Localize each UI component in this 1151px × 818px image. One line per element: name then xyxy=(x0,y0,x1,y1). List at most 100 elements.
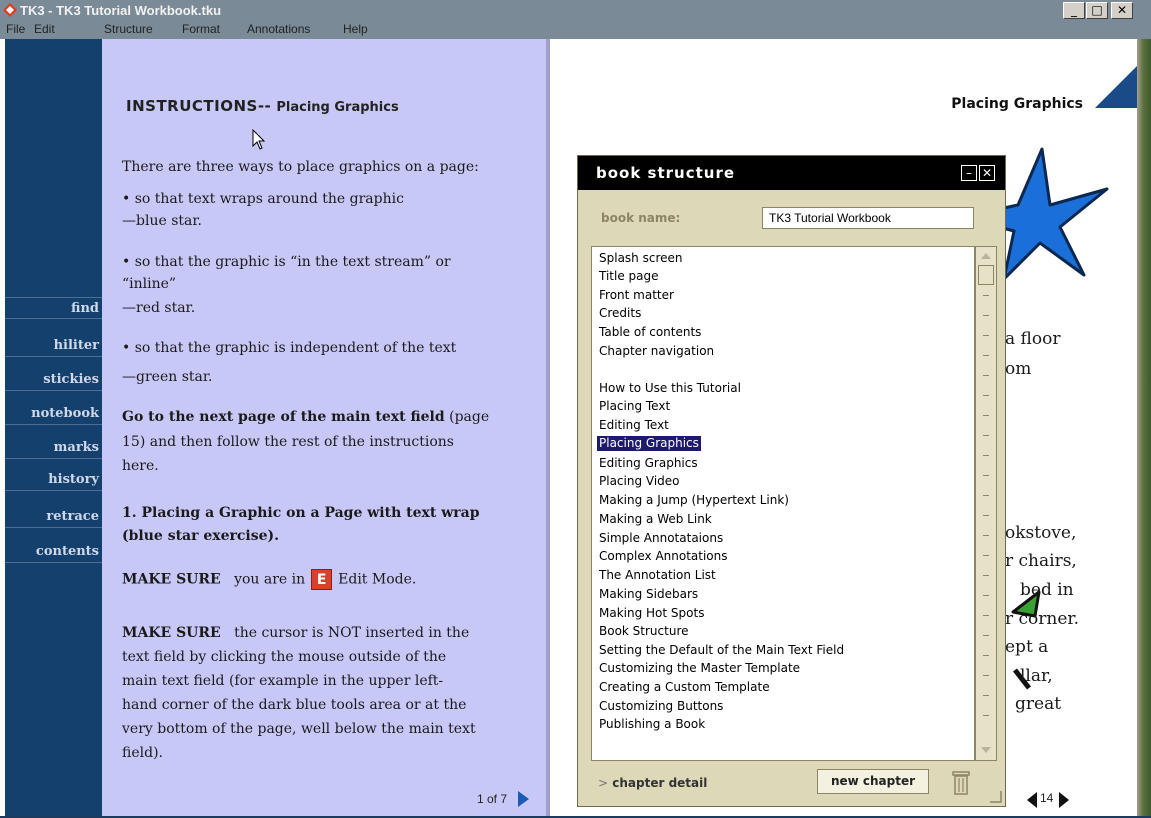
chapter-item[interactable]: Making Hot Spots xyxy=(597,606,706,621)
chapter-item[interactable]: Editing Text xyxy=(597,418,671,433)
scroll-tick xyxy=(983,655,989,656)
chapter-item[interactable]: Credits xyxy=(597,306,643,321)
dialog-titlebar[interactable]: book structure – ✕ xyxy=(578,156,1005,190)
tool-notebook[interactable]: notebook xyxy=(5,403,102,425)
main-text-fragment: om xyxy=(1005,359,1032,379)
tool-history[interactable]: history xyxy=(5,469,102,491)
mouse-cursor-icon xyxy=(252,129,266,150)
scroll-tick xyxy=(983,395,989,396)
dialog-minimize-icon[interactable]: – xyxy=(961,165,977,181)
chapter-item[interactable]: Making a Web Link xyxy=(597,512,714,527)
instr-line: There are three ways to place graphics o… xyxy=(122,159,479,175)
chapter-item[interactable]: Making Sidebars xyxy=(597,587,700,602)
chapter-item[interactable]: The Annotation List xyxy=(597,568,718,583)
chapter-item[interactable]: Title page xyxy=(597,269,661,284)
next-page-arrow-icon[interactable] xyxy=(518,791,529,807)
instructions-label: INSTRUCTIONS-- xyxy=(126,97,272,115)
edit-mode-icon[interactable]: E xyxy=(311,569,333,590)
main-text-fragment: a floor xyxy=(1005,329,1061,349)
chapter-item[interactable]: Front matter xyxy=(597,288,676,303)
resize-handle-icon[interactable] xyxy=(988,789,1002,803)
chapter-item[interactable]: Complex Annotations xyxy=(597,549,730,564)
chapter-item[interactable]: How to Use this Tutorial xyxy=(597,381,743,396)
app-logo-icon xyxy=(3,3,17,17)
scroll-tick xyxy=(983,375,989,376)
chapter-list[interactable]: Splash screen Title page Front matter Cr… xyxy=(591,246,975,761)
instr-text: you are in xyxy=(234,571,306,588)
chapter-item[interactable]: Table of contents xyxy=(597,325,703,340)
menu-structure[interactable]: Structure xyxy=(104,22,153,36)
scroll-tick xyxy=(983,355,989,356)
chapter-item[interactable]: Placing Text xyxy=(597,399,672,414)
main-text-fragment: r corner. xyxy=(1005,609,1080,629)
instructions-subheading: Placing Graphics xyxy=(276,100,399,115)
new-chapter-button[interactable]: new chapter xyxy=(817,769,929,794)
tool-retrace[interactable]: retrace xyxy=(5,506,102,528)
scroll-tick xyxy=(983,515,989,516)
chapter-item[interactable]: Editing Graphics xyxy=(597,456,700,471)
tool-find[interactable]: find xyxy=(5,297,102,319)
scroll-tick xyxy=(983,595,989,596)
instr-line: • so that the graphic is independent of … xyxy=(122,340,457,356)
menu-edit[interactable]: Edit xyxy=(34,22,55,36)
chapter-item[interactable]: Placing Video xyxy=(597,474,682,489)
chapter-item-selected[interactable]: Placing Graphics xyxy=(597,436,701,451)
instr-line: —red star. xyxy=(122,300,196,316)
chapter-item[interactable]: Splash screen xyxy=(597,251,684,266)
scroll-tick xyxy=(983,555,989,556)
chapter-item[interactable]: Setting the Default of the Main Text Fie… xyxy=(597,643,846,658)
chapter-item[interactable]: Simple Annotataions xyxy=(597,531,725,546)
tool-hiliter[interactable]: hiliter xyxy=(5,335,102,357)
scroll-tick xyxy=(983,455,989,456)
tool-stickies[interactable]: stickies xyxy=(5,369,102,391)
instr-line: —green star. xyxy=(122,369,213,385)
chapter-item[interactable]: Creating a Custom Template xyxy=(597,680,772,695)
instr-text: the cursor is NOT inserted in the xyxy=(234,625,470,641)
chapter-item[interactable]: Publishing a Book xyxy=(597,717,707,732)
tool-contents[interactable]: contents xyxy=(5,541,102,563)
menu-annotations[interactable]: Annotations xyxy=(247,22,310,36)
chapter-item[interactable]: Making a Jump (Hypertext Link) xyxy=(597,493,791,508)
scroll-tick xyxy=(983,575,989,576)
minimize-button[interactable]: _ xyxy=(1063,2,1085,19)
chapter-item[interactable]: Chapter navigation xyxy=(597,344,716,359)
trash-icon[interactable] xyxy=(950,768,972,796)
instr-line: here. xyxy=(122,458,159,474)
previous-page-icon[interactable] xyxy=(1027,792,1037,808)
chapter-item[interactable]: Customizing Buttons xyxy=(597,699,725,714)
close-button[interactable]: ✕ xyxy=(1111,2,1133,19)
instr-line: MAKE SURE the cursor is NOT inserted in … xyxy=(122,623,469,644)
main-text-fragment: great xyxy=(1015,694,1062,714)
instructions-heading: INSTRUCTIONS-- Placing Graphics xyxy=(126,96,399,115)
chapter-item[interactable]: Customizing the Master Template xyxy=(597,661,802,676)
instr-line: Go to the next page of the main text fie… xyxy=(122,407,489,428)
chapter-item[interactable]: Book Structure xyxy=(597,624,691,639)
menu-format[interactable]: Format xyxy=(182,22,220,36)
menu-file[interactable]: File xyxy=(6,22,25,36)
instr-text: Edit Mode. xyxy=(338,571,417,588)
maximize-button[interactable]: □ xyxy=(1086,2,1108,19)
chevron-right-icon: > xyxy=(598,776,609,790)
main-text-fragment: okstove, xyxy=(1005,523,1077,543)
chapter-list-scrollbar[interactable] xyxy=(975,246,997,761)
menu-bar: File Edit Structure Format Annotations H… xyxy=(0,20,1151,39)
main-text-fragment: r chairs, xyxy=(1005,551,1077,571)
scroll-down-icon[interactable] xyxy=(978,742,994,758)
page-corner-icon[interactable] xyxy=(1095,66,1137,108)
tool-marks[interactable]: marks xyxy=(5,437,102,459)
next-page-icon[interactable] xyxy=(1059,792,1069,808)
main-page-number: 14 xyxy=(1040,791,1054,805)
chapter-detail-toggle[interactable]: > chapter detail xyxy=(598,776,707,790)
scroll-tick xyxy=(983,695,989,696)
scroll-tick xyxy=(983,335,989,336)
book-name-input[interactable]: TK3 Tutorial Workbook xyxy=(762,207,974,229)
scroll-thumb[interactable] xyxy=(978,265,994,285)
dialog-title: book structure xyxy=(596,164,736,182)
menu-help[interactable]: Help xyxy=(343,22,368,36)
window-titlebar[interactable]: TK3 - TK3 Tutorial Workbook.tku _ □ ✕ xyxy=(0,0,1151,20)
scroll-up-icon[interactable] xyxy=(978,248,994,264)
instructions-page[interactable]: INSTRUCTIONS-- Placing Graphics There ar… xyxy=(102,39,546,818)
scroll-tick xyxy=(983,715,989,716)
dialog-close-icon[interactable]: ✕ xyxy=(979,165,995,181)
main-text-fragment: ept a xyxy=(1005,637,1049,657)
